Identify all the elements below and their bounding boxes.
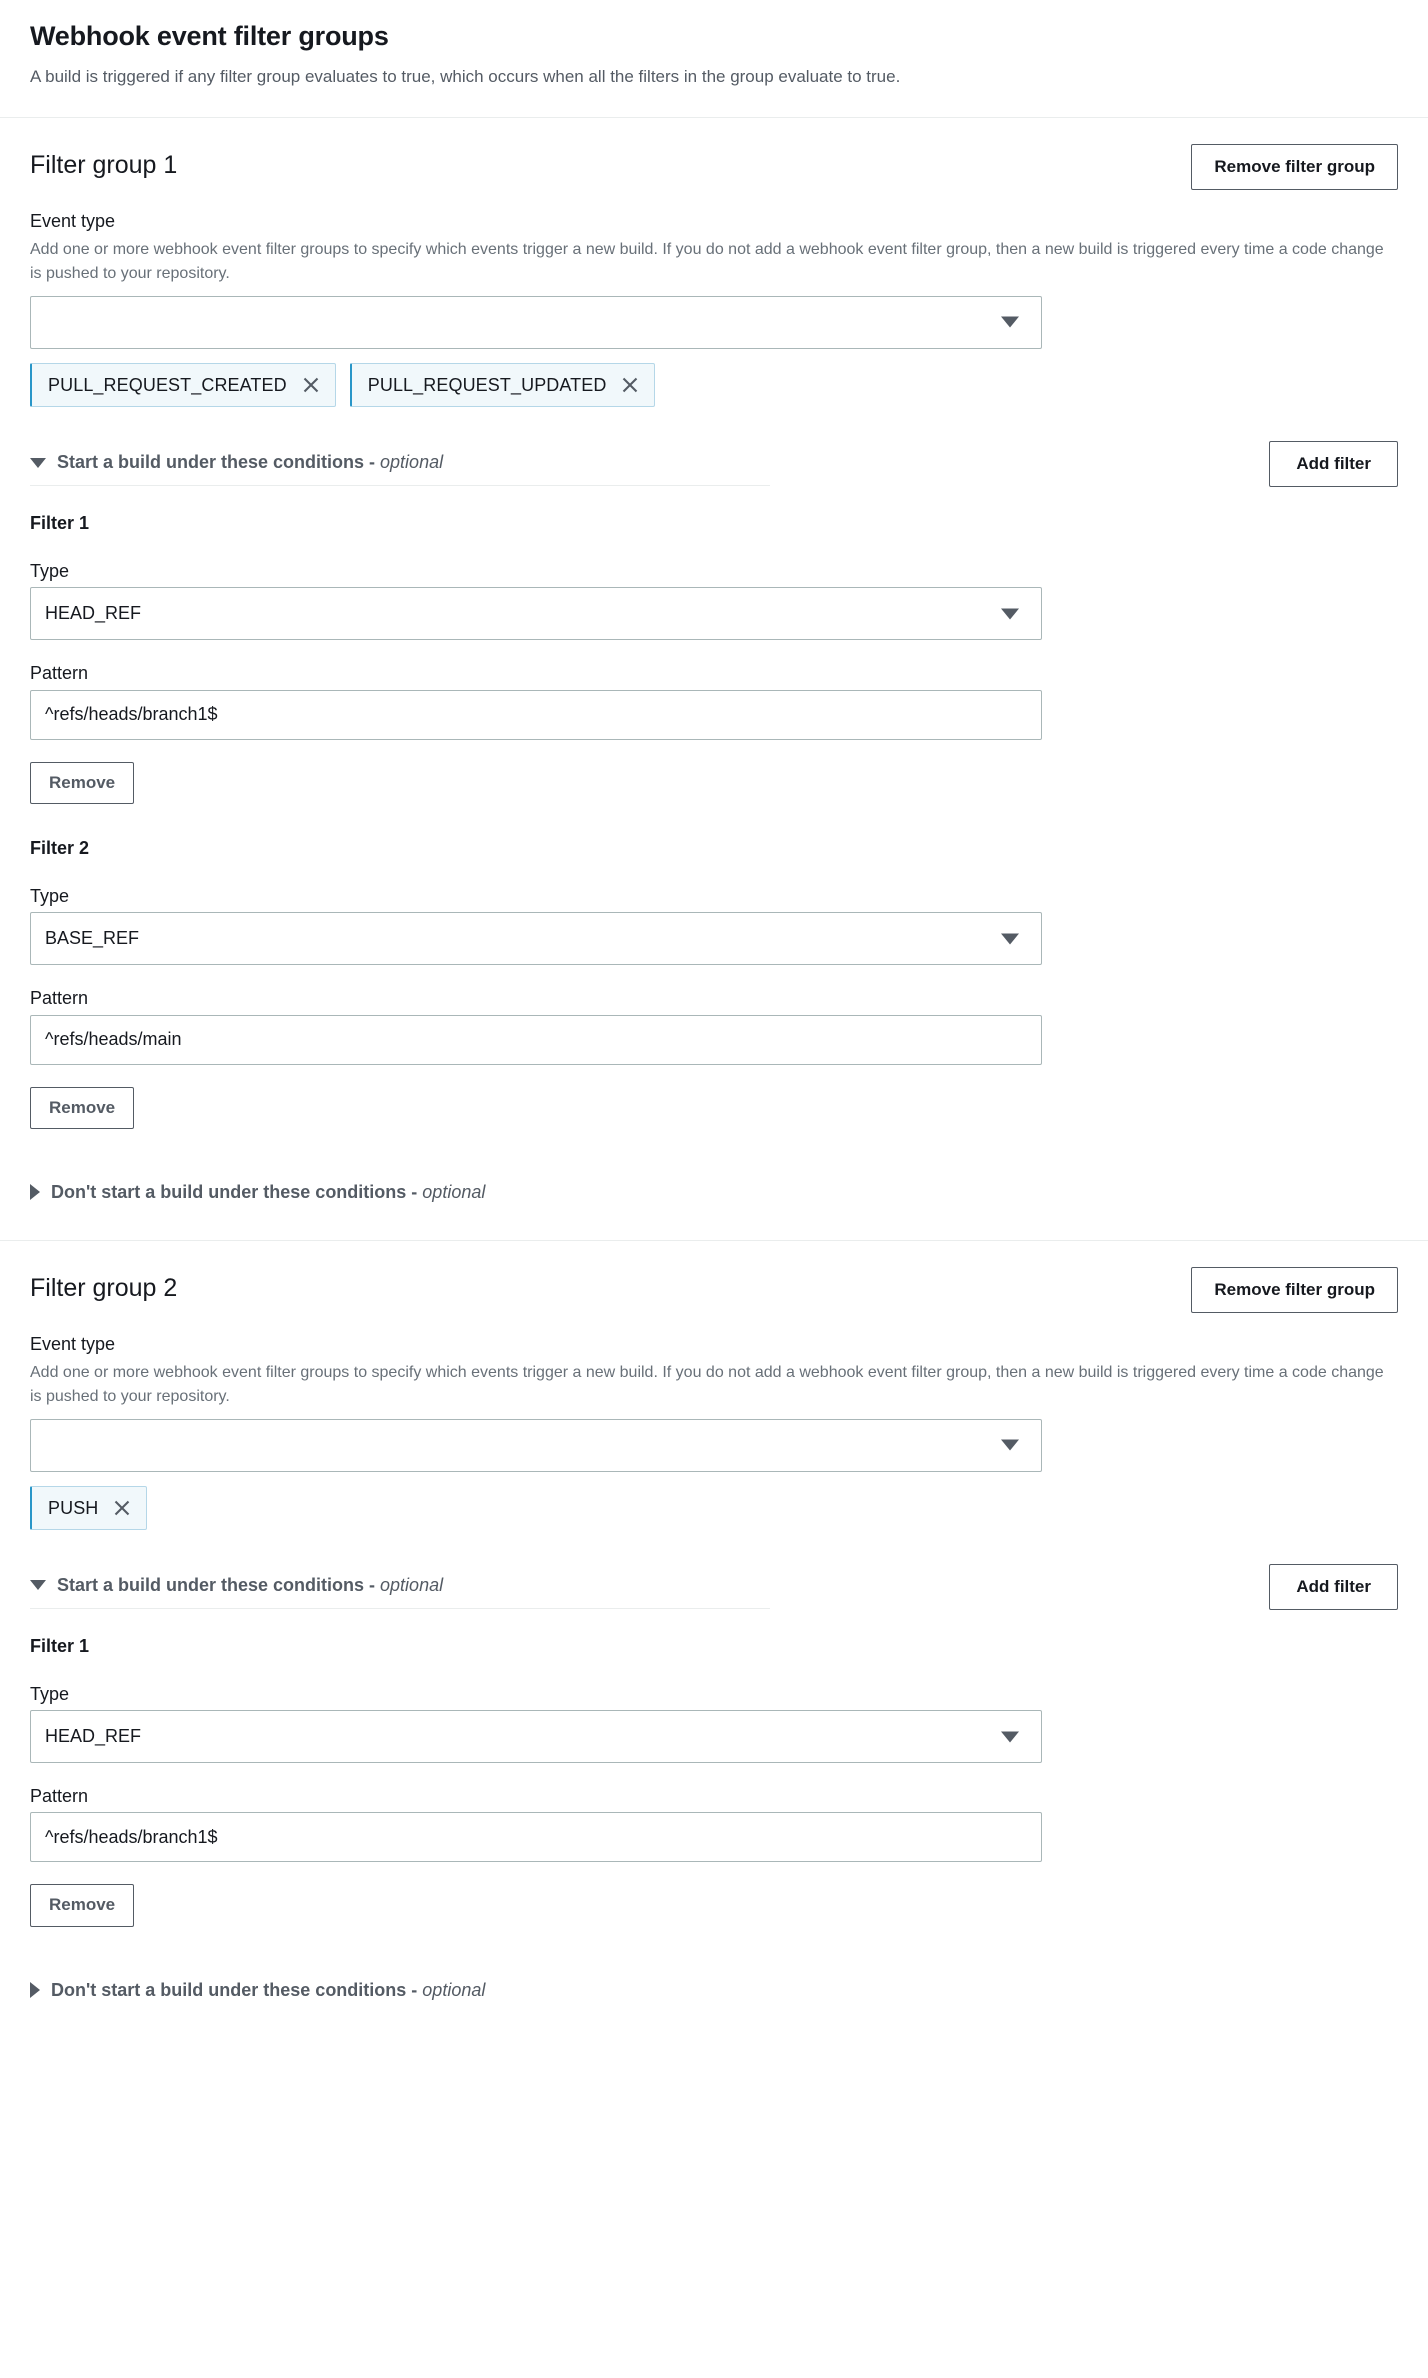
filter-group-2-start-build-label: Start a build under these conditions - o… — [57, 1574, 444, 1595]
filter-group-1-header: Filter group 1 Remove filter group — [30, 144, 1398, 191]
event-type-description: Add one or more webhook event filter gro… — [30, 240, 1384, 282]
panel-header: Webhook event filter groups A build is t… — [0, 0, 1428, 117]
chevron-down-icon — [1001, 608, 1019, 620]
page-title: Webhook event filter groups — [30, 21, 389, 51]
filter-heading: Filter 1 — [30, 512, 90, 533]
filter-group-2-event-type-tags: PUSH — [30, 1485, 1398, 1530]
filter-group-1-event-type-tags: PULL_REQUEST_CREATED PULL_REQUEST_UPDATE… — [30, 362, 1398, 407]
filter-type-field: Type BASE_REF — [30, 885, 1398, 966]
pattern-label: Pattern — [30, 1786, 89, 1807]
filter-group-2-start-build-row: Start a build under these conditions - o… — [30, 1563, 1398, 1610]
filter-group-2-dont-start-build-label: Don't start a build under these conditio… — [51, 1979, 486, 2000]
filter-group-2-filter-1-type-select[interactable]: HEAD_REF — [30, 1710, 1042, 1764]
filter-group-1-dont-start-build-expander[interactable]: Don't start a build under these conditio… — [30, 1181, 770, 1204]
caret-right-icon — [30, 1982, 40, 1999]
filter-heading: Filter 2 — [30, 837, 90, 858]
caret-down-icon — [30, 1580, 46, 1591]
chevron-down-icon — [1001, 933, 1019, 945]
event-type-label: Event type — [30, 211, 116, 232]
filter-group-1-event-type-field: Event type Add one or more webhook event… — [30, 210, 1398, 407]
filter-group-2-event-type-select[interactable] — [30, 1418, 1042, 1472]
filter-group-1-start-build-label: Start a build under these conditions - o… — [57, 451, 444, 472]
filter-type-value: HEAD_REF — [45, 603, 142, 624]
filter-pattern-field: Pattern — [30, 987, 1398, 1065]
filter-heading: Filter 1 — [30, 1635, 90, 1656]
filter-type-value: BASE_REF — [45, 928, 140, 949]
remove-filter-group-2-button[interactable]: Remove filter group — [1191, 1267, 1398, 1314]
event-type-tag-label: PULL_REQUEST_UPDATED — [367, 374, 607, 395]
close-icon[interactable] — [112, 1498, 132, 1518]
filter-group-1-start-build-expander[interactable]: Start a build under these conditions - o… — [30, 441, 770, 485]
filter-group-1-filter-2-type-select[interactable]: BASE_REF — [30, 912, 1042, 966]
pattern-label: Pattern — [30, 988, 89, 1009]
filter-pattern-field: Pattern — [30, 1785, 1398, 1863]
type-label: Type — [30, 885, 70, 906]
filter-group-2-filter-1-pattern-input[interactable] — [30, 1812, 1042, 1863]
close-icon[interactable] — [301, 375, 321, 395]
event-type-tag-label: PULL_REQUEST_CREATED — [48, 374, 287, 395]
pattern-label: Pattern — [30, 663, 89, 684]
filter-group-1-filter-1: Filter 1 Type HEAD_REF Pattern Remove — [30, 513, 1398, 804]
chevron-down-icon — [1001, 1731, 1019, 1743]
filter-group-1-start-build-expander-wrap: Start a build under these conditions - o… — [30, 441, 770, 487]
event-type-tag-label: PUSH — [48, 1497, 99, 1518]
filter-group-1-event-type-select[interactable] — [30, 295, 1042, 349]
filter-group-1-start-build-row: Start a build under these conditions - o… — [30, 440, 1398, 487]
chevron-down-icon — [1001, 1439, 1019, 1451]
close-icon[interactable] — [620, 375, 640, 395]
filter-group-2-dont-start-build-expander[interactable]: Don't start a build under these conditio… — [30, 1979, 770, 2002]
event-type-tag[interactable]: PULL_REQUEST_UPDATED — [349, 362, 656, 407]
filter-group-2-event-type-field: Event type Add one or more webhook event… — [30, 1333, 1398, 1530]
filter-group-1-dont-start-build-label: Don't start a build under these conditio… — [51, 1181, 486, 1202]
filter-group-2-dont-start-build-wrap: Don't start a build under these conditio… — [30, 1979, 1398, 2028]
filter-group-2-filter-1-remove-button[interactable]: Remove — [30, 1884, 135, 1927]
filter-group-1-dont-start-build-wrap: Don't start a build under these conditio… — [30, 1181, 1398, 1230]
filter-group-1-filter-1-pattern-input[interactable] — [30, 689, 1042, 740]
remove-filter-group-1-button[interactable]: Remove filter group — [1191, 144, 1398, 191]
event-type-description: Add one or more webhook event filter gro… — [30, 1363, 1384, 1405]
type-label: Type — [30, 1683, 70, 1704]
webhook-filter-groups-page: Webhook event filter groups A build is t… — [0, 0, 1428, 2378]
filter-type-field: Type HEAD_REF — [30, 1683, 1398, 1764]
filter-group-1: Filter group 1 Remove filter group Event… — [0, 118, 1428, 1240]
filter-pattern-field: Pattern — [30, 662, 1398, 740]
event-type-tag[interactable]: PULL_REQUEST_CREATED — [30, 362, 336, 407]
filter-group-2-filter-1: Filter 1 Type HEAD_REF Pattern Remove — [30, 1636, 1398, 1927]
filter-group-2-header: Filter group 2 Remove filter group — [30, 1267, 1398, 1314]
filter-group-1-filter-2: Filter 2 Type BASE_REF Pattern Remove — [30, 838, 1398, 1129]
caret-down-icon — [30, 457, 46, 468]
filter-group-1-add-filter-button[interactable]: Add filter — [1269, 440, 1398, 487]
chevron-down-icon — [1001, 316, 1019, 328]
filter-group-1-filter-1-type-select[interactable]: HEAD_REF — [30, 587, 1042, 641]
filter-group-2-add-filter-button[interactable]: Add filter — [1269, 1563, 1398, 1610]
type-label: Type — [30, 560, 70, 581]
event-type-tag[interactable]: PUSH — [30, 1485, 148, 1530]
filter-type-value: HEAD_REF — [45, 1725, 142, 1746]
page-description: A build is triggered if any filter group… — [30, 66, 901, 86]
event-type-label: Event type — [30, 1334, 116, 1355]
filter-group-2-start-build-expander-wrap: Start a build under these conditions - o… — [30, 1564, 770, 1609]
caret-right-icon — [30, 1184, 40, 1201]
filter-group-2-title: Filter group 2 — [30, 1274, 178, 1303]
filter-type-field: Type HEAD_REF — [30, 560, 1398, 641]
filter-group-1-title: Filter group 1 — [30, 151, 178, 180]
filter-group-1-filter-2-pattern-input[interactable] — [30, 1014, 1042, 1065]
filter-group-1-filter-2-remove-button[interactable]: Remove — [30, 1086, 135, 1129]
filter-group-1-filter-1-remove-button[interactable]: Remove — [30, 761, 135, 804]
expander-underline — [30, 1607, 770, 1609]
filter-group-2-start-build-expander[interactable]: Start a build under these conditions - o… — [30, 1564, 770, 1608]
expander-underline — [30, 485, 770, 487]
filter-group-2: Filter group 2 Remove filter group Event… — [0, 1241, 1428, 2038]
